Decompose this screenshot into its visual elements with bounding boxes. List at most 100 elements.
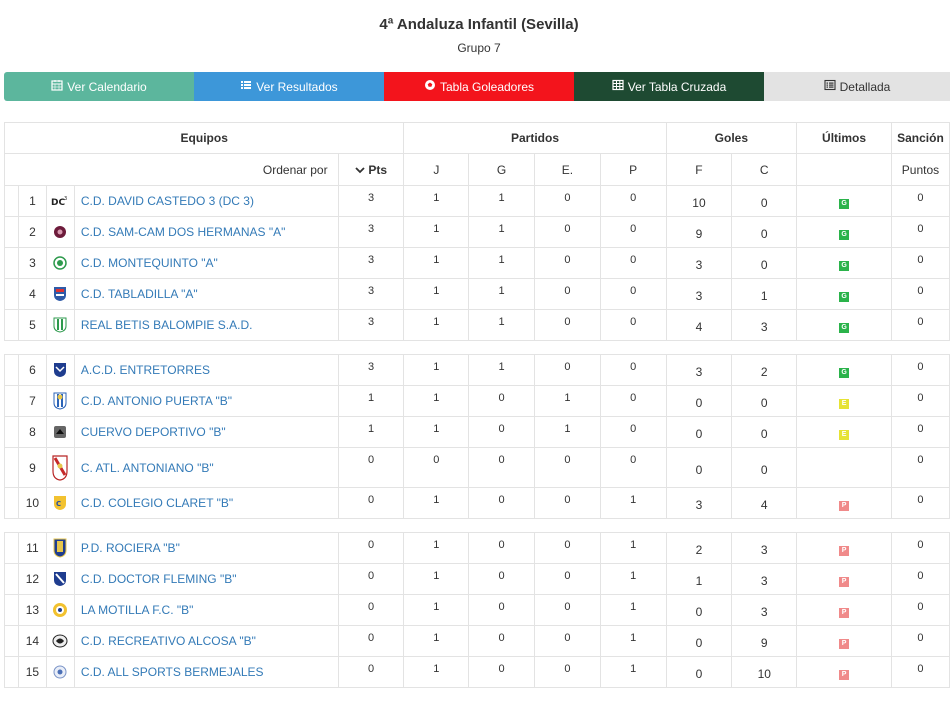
p-cell: 0 — [599, 309, 667, 341]
position-cell: 8 — [17, 416, 47, 448]
result-badge: G — [839, 198, 850, 209]
team-name-link[interactable]: C.D. DAVID CASTEDO 3 (DC 3) — [73, 185, 339, 217]
pts-cell: 0 — [337, 532, 405, 564]
pts-cell: 0 — [337, 656, 405, 688]
e-cell: 0 — [533, 625, 601, 657]
p-cell: 0 — [599, 247, 667, 279]
f-cell: 2 — [665, 532, 733, 564]
f-cell: 0 — [665, 594, 733, 626]
detallada-button[interactable]: Detallada — [764, 72, 950, 101]
group-subtitle: Grupo 7 — [457, 41, 501, 55]
g-cell: 1 — [468, 309, 535, 341]
ultimos-cell: P — [796, 487, 892, 519]
puntos-header: Puntos — [890, 153, 950, 186]
team-name-link[interactable]: C.D. TABLADILLA "A" — [73, 278, 339, 310]
f-cell: 3 — [665, 354, 733, 386]
team-name-link[interactable]: C.D. RECREATIVO ALCOSA "B" — [73, 625, 339, 657]
team-crest-icon: DC 3 — [45, 185, 75, 217]
team-name-link[interactable]: A.C.D. ENTRETORRES — [73, 354, 339, 386]
j-cell: 1 — [403, 563, 470, 595]
p-cell: 0 — [599, 385, 667, 417]
table-row: 13 LA MOTILLA F.C. "B" 0 1 0 0 1 0 3 P 0 — [4, 594, 950, 626]
e-cell: 0 — [533, 563, 601, 595]
c-cell: 0 — [731, 216, 798, 248]
row-spacer — [4, 594, 19, 626]
g-cell: 1 — [468, 247, 535, 279]
j-cell: 1 — [403, 594, 470, 626]
result-badge: E — [839, 398, 850, 409]
sancion-cell: 0 — [890, 532, 950, 564]
c-cell: 1 — [731, 278, 798, 310]
c-cell: 0 — [731, 447, 798, 488]
row-spacer — [4, 416, 19, 448]
ultimos-cell: P — [796, 594, 892, 626]
view-tabs: Ver Calendario Ver Resultados Tabla Gole… — [4, 72, 950, 101]
ver-resultados-button[interactable]: Ver Resultados — [194, 72, 384, 101]
e-cell: 0 — [533, 532, 601, 564]
team-crest-icon — [45, 278, 75, 310]
team-name-link[interactable]: CUERVO DEPORTIVO "B" — [73, 416, 339, 448]
e-cell: 0 — [533, 354, 601, 386]
f-cell: 10 — [665, 185, 733, 217]
f-cell: 3 — [665, 278, 733, 310]
team-name-link[interactable]: C.D. SAM-CAM DOS HERMANAS "A" — [73, 216, 339, 248]
table-row: 1 DC 3 C.D. DAVID CASTEDO 3 (DC 3) 3 1 1 0 0 10 0 G… — [4, 185, 950, 217]
position-cell: 10 — [17, 487, 47, 519]
p-cell: 1 — [599, 594, 667, 626]
sort-pts-button[interactable]: Pts — [337, 153, 405, 186]
row-spacer — [4, 447, 19, 488]
position-cell: 5 — [17, 309, 47, 341]
result-badge: P — [839, 669, 850, 680]
ultimos-subheader — [796, 153, 892, 186]
team-name-link[interactable]: C. ATL. ANTONIANO "B" — [73, 447, 339, 488]
result-badge: P — [839, 607, 850, 618]
team-name-link[interactable]: C.D. DOCTOR FLEMING "B" — [73, 563, 339, 595]
ver-tabla-cruzada-button[interactable]: Ver Tabla Cruzada — [574, 72, 764, 101]
e-cell: 0 — [533, 447, 601, 488]
ultimos-cell: E — [796, 416, 892, 448]
tabla-goleadores-button[interactable]: Tabla Goleadores — [384, 72, 574, 101]
goles-header: Goles — [665, 122, 798, 154]
c-header: C — [731, 153, 798, 186]
soccer-ball-icon — [424, 79, 436, 94]
result-badge: G — [839, 291, 850, 302]
team-crest-icon — [45, 247, 75, 279]
p-cell: 0 — [599, 354, 667, 386]
g-cell: 0 — [468, 487, 535, 519]
row-spacer — [4, 656, 19, 688]
team-name-link[interactable]: C.D. ALL SPORTS BERMEJALES — [73, 656, 339, 688]
g-cell: 0 — [468, 385, 535, 417]
position-cell: 14 — [17, 625, 47, 657]
ultimos-cell: P — [796, 563, 892, 595]
row-spacer — [4, 309, 19, 341]
team-crest-icon — [45, 416, 75, 448]
f-cell: 3 — [665, 247, 733, 279]
equipos-header: Equipos — [3, 122, 405, 154]
position-cell: 11 — [17, 532, 47, 564]
team-name-link[interactable]: REAL BETIS BALOMPIE S.A.D. — [73, 309, 339, 341]
team-name-link[interactable]: P.D. ROCIERA "B" — [73, 532, 339, 564]
g-cell: 0 — [468, 416, 535, 448]
f-cell: 0 — [665, 385, 733, 417]
team-name-link[interactable]: LA MOTILLA F.C. "B" — [73, 594, 339, 626]
table-row: 6 A.C.D. ENTRETORRES 3 1 1 0 0 3 2 G 0 — [4, 354, 950, 386]
team-name-link[interactable]: C.D. MONTEQUINTO "A" — [73, 247, 339, 279]
position-cell: 1 — [17, 185, 47, 217]
ver-calendario-button[interactable]: Ver Calendario — [4, 72, 194, 101]
row-spacer — [4, 563, 19, 595]
p-cell: 1 — [599, 532, 667, 564]
team-name-link[interactable]: C.D. COLEGIO CLARET "B" — [73, 487, 339, 519]
result-badge: P — [839, 638, 850, 649]
pts-cell: 0 — [337, 447, 405, 488]
row-spacer — [4, 354, 19, 386]
ordenar-por-label: Ordenar por — [4, 153, 339, 186]
j-header: J — [403, 153, 470, 186]
result-badge: G — [839, 260, 850, 271]
ultimos-cell: P — [796, 625, 892, 657]
tabla-goleadores-label: Tabla Goleadores — [439, 79, 535, 94]
f-cell: 0 — [665, 656, 733, 688]
team-name-link[interactable]: C.D. ANTONIO PUERTA "B" — [73, 385, 339, 417]
c-cell: 0 — [731, 185, 798, 217]
ultimos-cell: G — [796, 185, 892, 217]
c-cell: 0 — [731, 385, 798, 417]
